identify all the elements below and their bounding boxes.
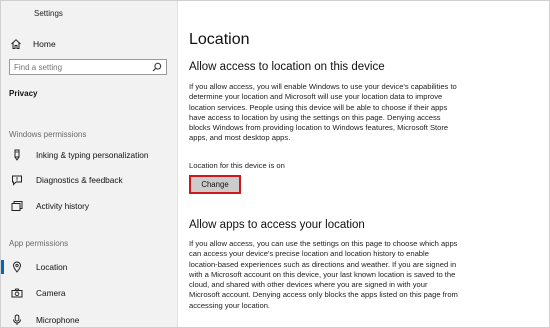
history-icon — [10, 200, 23, 213]
home-label: Home — [33, 39, 56, 49]
sidebar-item-inking-typing[interactable]: Inking & typing personalization — [1, 147, 177, 163]
location-icon — [10, 261, 23, 274]
search-input[interactable] — [14, 61, 146, 73]
app-location-heading: Allow apps to access your location — [189, 219, 365, 231]
sidebar: Settings Home Privacy Windows permission… — [1, 1, 178, 327]
active-indicator — [1, 260, 4, 274]
search-icon[interactable] — [152, 62, 162, 72]
main-content: Location Allow access to location on thi… — [178, 1, 549, 327]
page-title: Location — [189, 31, 250, 48]
home-link[interactable]: Home — [9, 36, 56, 52]
sidebar-item-label: Diagnostics & feedback — [36, 175, 123, 185]
sidebar-item-camera[interactable]: Camera — [1, 285, 177, 301]
location-status-text: Location for this device is on — [189, 161, 285, 170]
sidebar-item-label: Activity history — [36, 201, 90, 211]
windows-permissions-header: Windows permissions — [9, 130, 87, 139]
app-permissions-header: App permissions — [9, 239, 69, 248]
sidebar-item-label: Camera — [36, 288, 66, 298]
sidebar-item-label: Inking & typing personalization — [36, 150, 149, 160]
pen-icon — [10, 149, 23, 162]
feedback-icon — [10, 174, 23, 187]
category-title: Privacy — [9, 89, 38, 98]
device-location-description: If you allow access, you will enable Win… — [189, 82, 457, 143]
window-title: Settings — [34, 9, 63, 18]
sidebar-item-activity-history[interactable]: Activity history — [1, 198, 177, 214]
sidebar-item-label: Location — [36, 262, 68, 272]
home-icon — [9, 37, 23, 51]
sidebar-item-microphone[interactable]: Microphone — [1, 312, 177, 327]
microphone-icon — [10, 314, 23, 327]
app-location-description: If you allow access, you can use the set… — [189, 239, 458, 310]
settings-window: Settings Home Privacy Windows permission… — [0, 0, 550, 328]
search-box[interactable] — [9, 59, 167, 75]
device-location-heading: Allow access to location on this device — [189, 61, 385, 73]
sidebar-item-diagnostics-feedback[interactable]: Diagnostics & feedback — [1, 172, 177, 188]
sidebar-item-label: Microphone — [36, 315, 80, 325]
change-button[interactable]: Change — [189, 175, 241, 194]
camera-icon — [10, 287, 23, 300]
sidebar-item-location[interactable]: Location — [1, 259, 177, 275]
